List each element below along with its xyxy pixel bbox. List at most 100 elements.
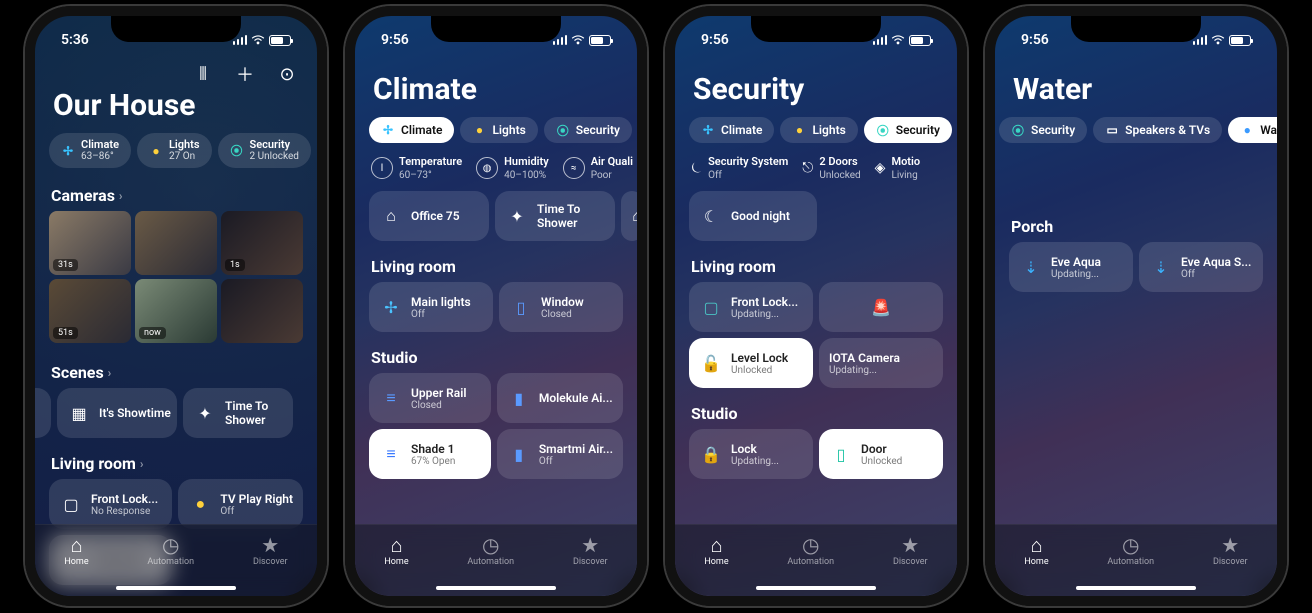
living-room-header[interactable]: Living room› bbox=[35, 448, 317, 479]
scene-tile[interactable]: ing bbox=[25, 388, 51, 438]
home-indicator bbox=[116, 586, 236, 590]
scene-shower[interactable]: ✦Time To Shower bbox=[183, 388, 293, 438]
tab-home[interactable]: ⌂Home bbox=[704, 533, 728, 567]
tab-home[interactable]: ⌂Home bbox=[384, 533, 408, 567]
scene-good-night[interactable]: ☾Good night bbox=[689, 191, 817, 241]
tab-automation[interactable]: ◷Automation bbox=[147, 533, 194, 567]
shade-icon: ≡ bbox=[379, 442, 403, 466]
chip-security[interactable]: ⦿Security bbox=[999, 117, 1087, 143]
tab-automation[interactable]: ◷Automation bbox=[467, 533, 514, 567]
camera-thumb[interactable]: now bbox=[135, 279, 217, 343]
scene-showtime[interactable]: ▦It's Showtime bbox=[57, 388, 177, 438]
tab-discover[interactable]: ★Discover bbox=[1213, 533, 1248, 567]
stat-air-quality[interactable]: ≈Air QualiPoor bbox=[563, 155, 633, 181]
tile-eve-aqua[interactable]: ⇣Eve AquaUpdating... bbox=[1009, 242, 1133, 292]
tile-shade-1[interactable]: ≡Shade 167% Open bbox=[369, 429, 491, 479]
tab-discover[interactable]: ★Discover bbox=[573, 533, 608, 567]
scene-shower[interactable]: ✦Time To Shower bbox=[495, 191, 615, 241]
stat-temperature[interactable]: ITemperature60–73° bbox=[371, 155, 462, 181]
status-time: 9:56 bbox=[701, 32, 729, 48]
page-title: Climate bbox=[355, 70, 637, 117]
tile-siren[interactable]: 🚨 bbox=[819, 282, 943, 332]
page-title: Water bbox=[995, 70, 1277, 117]
chip-security[interactable]: ⦿ Security2 Unlocked bbox=[218, 133, 311, 168]
wifi-icon bbox=[891, 35, 905, 45]
scene-office-75[interactable]: ⌂Office 75 bbox=[369, 191, 489, 241]
tile-upper-rail[interactable]: ≡Upper RailClosed bbox=[369, 373, 491, 423]
tile-front-lock[interactable]: ▢Front Lock...Updating... bbox=[689, 282, 813, 332]
clock-icon: ◷ bbox=[482, 533, 499, 555]
more-icon[interactable]: ⊙ bbox=[275, 62, 299, 86]
tv-icon: ▭ bbox=[1105, 123, 1119, 137]
thermometer-icon: I bbox=[371, 157, 393, 179]
tile-main-lights[interactable]: ✢Main lightsOff bbox=[369, 282, 493, 332]
lock-icon: ⦿ bbox=[556, 123, 570, 137]
scenes-header[interactable]: Scenes› bbox=[35, 357, 317, 388]
chip-water[interactable]: ●Water bbox=[1228, 117, 1277, 143]
tile-tv-play[interactable]: ●TV Play RightOff bbox=[178, 479, 303, 529]
chip-security[interactable]: ⦿Security bbox=[864, 117, 952, 143]
tab-automation[interactable]: ◷Automation bbox=[787, 533, 834, 567]
tile-iota-camera[interactable]: IOTA CameraUpdating... bbox=[819, 338, 943, 388]
tab-discover[interactable]: ★Discover bbox=[253, 533, 288, 567]
drop-icon: ◍ bbox=[476, 157, 498, 179]
phone-water: 9:56 Water ⦿Security ▭Speakers & TVs ●Wa… bbox=[985, 6, 1287, 606]
chip-climate[interactable]: ✢ Climate63–86° bbox=[49, 133, 131, 168]
stat-motion[interactable]: ◈MotioLiving bbox=[875, 155, 920, 181]
tile-window[interactable]: ▯WindowClosed bbox=[499, 282, 623, 332]
star-icon: ★ bbox=[581, 533, 599, 555]
tile-eve-aqua-s[interactable]: ⇣Eve Aqua S...Off bbox=[1139, 242, 1263, 292]
wifi-icon bbox=[1211, 35, 1225, 45]
camera-thumb[interactable] bbox=[221, 279, 303, 343]
stat-doors[interactable]: ⎋2 DoorsUnlocked bbox=[802, 155, 860, 181]
camera-thumb[interactable]: 51s bbox=[49, 279, 131, 343]
chip-climate[interactable]: ✢Climate bbox=[369, 117, 454, 143]
fan-icon: ✢ bbox=[379, 295, 403, 319]
tab-discover[interactable]: ★Discover bbox=[893, 533, 928, 567]
tile-front-lock[interactable]: ▢Front Lock...No Response bbox=[49, 479, 172, 529]
wind-icon: ≈ bbox=[563, 157, 585, 179]
tab-home[interactable]: ⌂Home bbox=[64, 533, 88, 567]
tile-molekule[interactable]: ▮Molekule Ai... bbox=[497, 373, 623, 423]
stat-security-system[interactable]: ⏾Security SystemOff bbox=[691, 155, 788, 181]
room-studio-header: Studio bbox=[355, 342, 637, 373]
star-icon: ★ bbox=[261, 533, 279, 555]
battery-icon bbox=[589, 35, 611, 46]
phone-security: 9:56 Security ✢Climate ●Lights ⦿Security… bbox=[665, 6, 967, 606]
cameras-header[interactable]: Cameras› bbox=[35, 180, 317, 211]
chip-speakers-tvs[interactable]: ▭Speakers & TVs bbox=[1093, 117, 1222, 143]
house-icon: ⌂ bbox=[625, 204, 637, 228]
house-icon: ⌂ bbox=[710, 533, 722, 555]
camera-thumb[interactable]: 1s bbox=[221, 211, 303, 275]
chip-lights[interactable]: ●Lights bbox=[460, 117, 537, 143]
chip-security[interactable]: ⦿Security bbox=[544, 117, 632, 143]
tab-home[interactable]: ⌂Home bbox=[1024, 533, 1048, 567]
tab-automation[interactable]: ◷Automation bbox=[1107, 533, 1154, 567]
bulb-icon: ● bbox=[792, 123, 806, 137]
tile-level-lock[interactable]: 🔓Level LockUnlocked bbox=[689, 338, 813, 388]
status-time: 9:56 bbox=[1021, 32, 1049, 48]
camera-thumb[interactable]: 31s bbox=[49, 211, 131, 275]
chip-lights[interactable]: ● Lights27 On bbox=[137, 133, 212, 168]
scene-more[interactable]: ⌂ bbox=[621, 191, 637, 241]
battery-icon bbox=[269, 35, 291, 46]
room-porch-header: Porch bbox=[995, 211, 1277, 242]
tile-lock[interactable]: 🔒LockUpdating... bbox=[689, 429, 813, 479]
lock-open-icon: 🔓 bbox=[699, 351, 723, 375]
tile-smartmi[interactable]: ▮Smartmi Air...Off bbox=[497, 429, 623, 479]
stat-humidity[interactable]: ◍Humidity40–100% bbox=[476, 155, 549, 181]
chip-lights[interactable]: ●Lights bbox=[780, 117, 857, 143]
lock-icon: ⦿ bbox=[1011, 123, 1025, 137]
bulb-icon: ● bbox=[188, 492, 212, 516]
camera-thumb[interactable] bbox=[135, 211, 217, 275]
plus-icon[interactable]: ＋ bbox=[233, 62, 257, 86]
room-living-header: Living room bbox=[675, 251, 957, 282]
purifier-icon: ▮ bbox=[507, 442, 531, 466]
lock-open-icon: ⎋ bbox=[802, 160, 813, 176]
house-icon: ⌂ bbox=[390, 533, 402, 555]
chip-climate[interactable]: ✢Climate bbox=[689, 117, 774, 143]
faucet-icon: ⇣ bbox=[1019, 255, 1043, 279]
status-time: 5:36 bbox=[61, 32, 89, 48]
tile-door[interactable]: ▯DoorUnlocked bbox=[819, 429, 943, 479]
waveform-icon[interactable]: ⫴ bbox=[191, 62, 215, 86]
